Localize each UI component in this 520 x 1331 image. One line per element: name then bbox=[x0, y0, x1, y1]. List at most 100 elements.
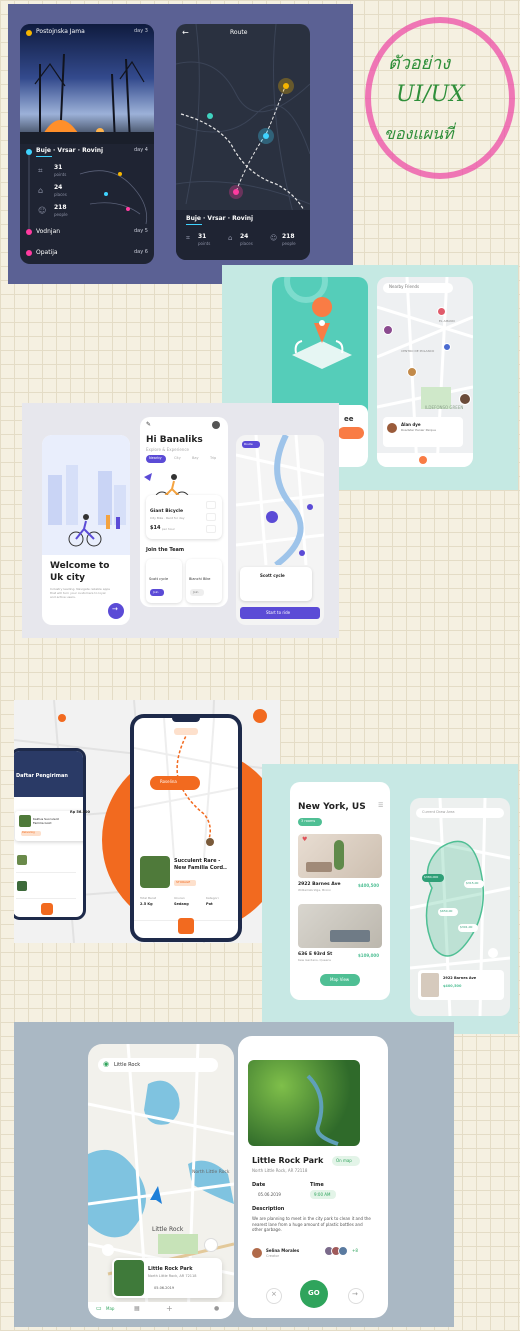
points-icon: ⌗ bbox=[186, 234, 190, 242]
price-unit: per hour bbox=[162, 527, 175, 531]
spec-value: Sedang bbox=[174, 902, 189, 906]
scan-button[interactable] bbox=[178, 918, 194, 934]
locate-button[interactable] bbox=[204, 1238, 218, 1252]
close-icon: × bbox=[271, 1290, 277, 1298]
list-title: Daftar Pengiriman bbox=[16, 773, 68, 779]
search-placeholder: Nearby Friends bbox=[389, 284, 420, 289]
heart-icon[interactable]: ♥ bbox=[302, 836, 307, 843]
city-title: New York, US bbox=[298, 802, 366, 812]
sofa-deco bbox=[306, 862, 332, 872]
order-title: Kaktus Succulent Familia Gold bbox=[33, 817, 59, 825]
places-icon: ⌂ bbox=[38, 186, 44, 195]
home-tab-icon[interactable] bbox=[419, 456, 427, 464]
date-value: 05.06.2019 bbox=[258, 1192, 281, 1197]
note-line: UI/UX bbox=[396, 82, 465, 107]
detail-address: North Little Rock, AR 72118 bbox=[252, 1168, 308, 1173]
go-label: GO bbox=[308, 1289, 320, 1297]
bike-name: Scott cycle bbox=[260, 573, 285, 578]
friend-avatar[interactable] bbox=[437, 307, 446, 316]
search-value: Little Rock bbox=[114, 1062, 141, 1068]
timeline-dot bbox=[26, 229, 32, 235]
spec-label: Ukuran bbox=[174, 896, 185, 900]
friend-sub: Roadster Panier Parque bbox=[401, 428, 436, 432]
join-label: Join bbox=[193, 590, 199, 594]
listing-sub: Williamsbridge, Bronx bbox=[298, 888, 331, 892]
status-label: Delivering bbox=[22, 831, 35, 834]
stat-value: 24 bbox=[54, 184, 63, 191]
bike-name: Giant Bicycle bbox=[150, 509, 184, 514]
back-arrow-icon[interactable]: ← bbox=[182, 28, 189, 37]
map-tab-icon[interactable]: ▭ bbox=[96, 1305, 102, 1312]
map-tab-label[interactable]: Map bbox=[106, 1306, 114, 1311]
stat-value: 218 bbox=[282, 233, 295, 240]
spec-value: Pot bbox=[206, 902, 213, 906]
map-label: North Little Rock bbox=[192, 1170, 230, 1175]
filter-icon[interactable]: ☰ bbox=[378, 802, 383, 809]
friend-avatar[interactable] bbox=[443, 343, 451, 351]
explore-screen: ✎ Hi Banaliks Explore & Experience Nearb… bbox=[140, 417, 228, 607]
stat-unit: places bbox=[240, 241, 253, 246]
listing-thumb bbox=[421, 973, 439, 997]
time-value: 9:00 AM bbox=[314, 1192, 331, 1197]
trip-timeline-screen: Postojnska Jama day 3 Buje · Vrsar · Rov… bbox=[20, 24, 154, 264]
description-title: Description bbox=[252, 1206, 285, 1212]
cyclist-illustration bbox=[144, 473, 190, 507]
route-underline bbox=[186, 224, 202, 225]
map-view-label: Map View bbox=[330, 977, 350, 982]
timeline-dot bbox=[26, 250, 32, 256]
join-label: Join bbox=[153, 590, 159, 594]
stop-name[interactable]: Opatija bbox=[36, 249, 58, 256]
calendar-icon[interactable]: ▦ bbox=[134, 1305, 140, 1312]
plant-thumb bbox=[17, 855, 27, 865]
courier-avatar bbox=[206, 838, 214, 846]
profile-icon[interactable]: ● bbox=[214, 1305, 219, 1312]
park-date: 05.06.2019 bbox=[154, 1286, 175, 1290]
team-card[interactable] bbox=[186, 559, 222, 603]
stop-name[interactable]: Vodnjan bbox=[36, 228, 60, 235]
next-button[interactable] bbox=[338, 427, 364, 439]
person-name: Selina Morales bbox=[266, 1248, 300, 1253]
date-label: Date bbox=[252, 1182, 266, 1188]
icon-btn[interactable] bbox=[206, 501, 216, 509]
attendee-avatar bbox=[338, 1246, 348, 1256]
plant-thumb bbox=[17, 881, 27, 891]
friend-avatar[interactable] bbox=[459, 393, 471, 405]
park-event-showcase: ◉ Little Rock North Little Rock Little R… bbox=[14, 1022, 454, 1327]
listing-sub: Kew Gardens, Queens bbox=[298, 958, 331, 962]
card-address: 2922 Barnes Ave bbox=[443, 976, 477, 980]
product-title: Succulent Rare - New Familia Cord.. bbox=[174, 858, 227, 871]
team-card[interactable] bbox=[146, 559, 182, 603]
bike-price: $14 bbox=[150, 525, 161, 531]
plant-thumb bbox=[19, 815, 31, 827]
ride-map-screen: Route Scott cycle Start to ride bbox=[236, 435, 324, 625]
friend-avatar[interactable] bbox=[383, 325, 393, 335]
handwritten-note: ตัวอย่าง UI/UX ของแผนที่ bbox=[358, 10, 518, 185]
price-pin-label: $384,000 bbox=[424, 875, 439, 879]
ride-map bbox=[236, 435, 324, 565]
plus-icon[interactable]: + bbox=[166, 1304, 173, 1313]
friend-name: Alan dye bbox=[401, 422, 421, 427]
arrow-right-icon: → bbox=[112, 605, 118, 613]
photo-river bbox=[306, 1074, 339, 1146]
add-button[interactable] bbox=[41, 903, 53, 915]
nearby-friends-screen: Nearby Friends EL AMANO CENTRO DE POLANC… bbox=[377, 277, 473, 467]
places-icon: ⌂ bbox=[228, 234, 233, 242]
friend-avatar[interactable] bbox=[407, 367, 417, 377]
screen-title: Route bbox=[230, 29, 248, 36]
day-label: day 6 bbox=[134, 249, 148, 255]
delivery-list-screen: Daftar Pengiriman Kaktus Succulent Famil… bbox=[14, 748, 86, 920]
park-address: North Little Rock, AR 72118 bbox=[148, 1274, 197, 1278]
product-tag-label: STORAGE bbox=[176, 880, 191, 884]
icon-btn[interactable] bbox=[206, 525, 216, 533]
bike-sub: City Bike · Rent for day bbox=[150, 516, 185, 520]
welcome-title: Welcome to bbox=[50, 561, 110, 571]
welcome-title: Uk city bbox=[50, 573, 86, 583]
map-label: Little Rock bbox=[152, 1226, 184, 1233]
icon-btn[interactable] bbox=[206, 513, 216, 521]
share-icon: → bbox=[352, 1290, 358, 1298]
location-label: Roselina bbox=[160, 779, 177, 784]
zoom-button[interactable] bbox=[488, 948, 498, 958]
park-map-screen: ◉ Little Rock North Little Rock Little R… bbox=[88, 1044, 234, 1319]
time-label: Time bbox=[310, 1182, 324, 1188]
swap-button[interactable] bbox=[102, 1244, 114, 1256]
